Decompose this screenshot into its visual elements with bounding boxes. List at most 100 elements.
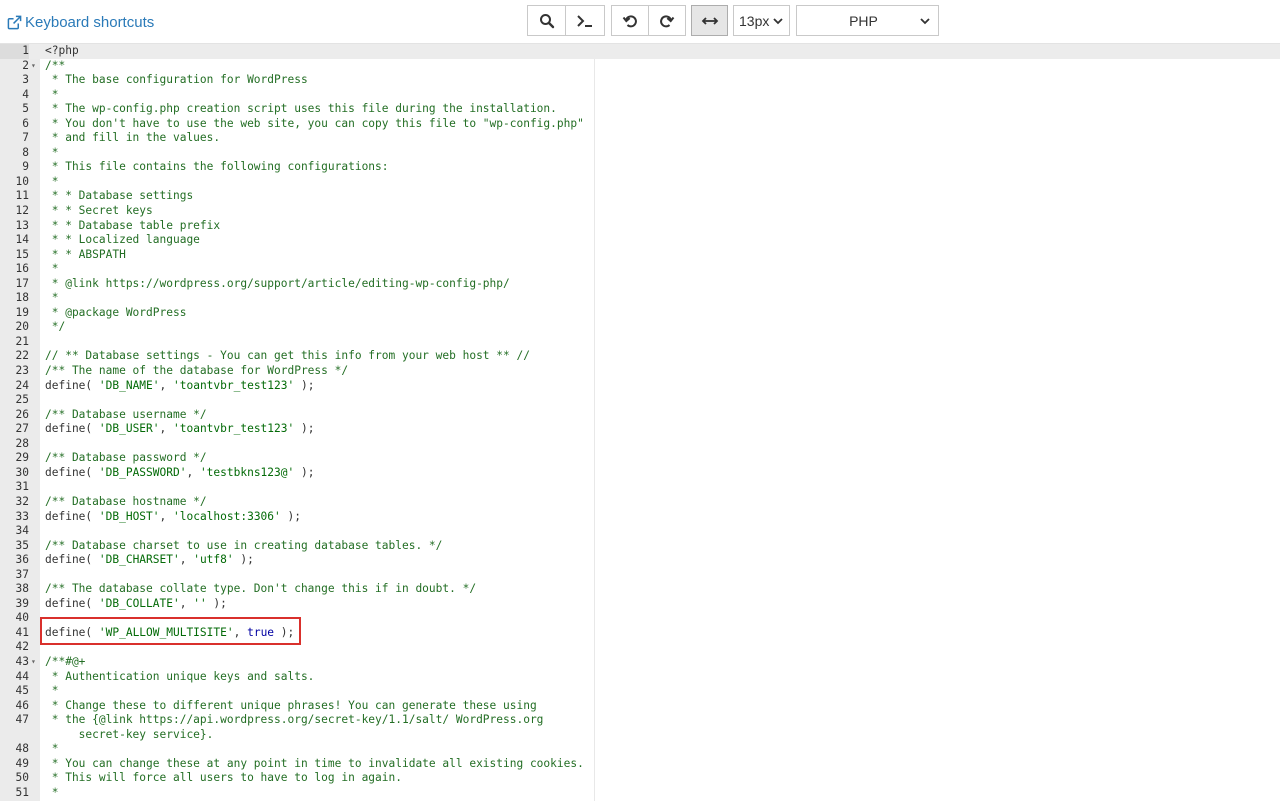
line-number: 20 xyxy=(15,320,29,334)
code-line[interactable]: 31 xyxy=(0,480,1280,495)
code-line[interactable]: 43 ▾ /**#@+ xyxy=(0,655,1280,670)
code-line[interactable]: 39 define( 'DB_COLLATE', '' ); xyxy=(0,597,1280,612)
code-line[interactable]: 7 * and fill in the values. xyxy=(0,131,1280,146)
code-line[interactable]: 8 * xyxy=(0,146,1280,161)
code-line[interactable]: 23 /** The name of the database for WordP… xyxy=(0,364,1280,379)
line-number: 25 xyxy=(15,393,29,407)
code-token: define( xyxy=(45,378,99,392)
code-token: * You don't have to use the web site, yo… xyxy=(45,116,584,130)
code-line[interactable]: 37 xyxy=(0,568,1280,583)
code-token: * * Database table prefix xyxy=(45,218,221,232)
line-number: 5 xyxy=(22,102,29,116)
font-size-select[interactable]: 13px xyxy=(733,5,790,36)
code-token: * Authentication unique keys and salts. xyxy=(45,669,315,683)
code-token: * xyxy=(45,262,59,276)
code-line[interactable]: 30 define( 'DB_PASSWORD', 'testbkns123@' … xyxy=(0,466,1280,481)
line-number: 39 xyxy=(15,596,29,610)
redo-icon xyxy=(660,14,675,27)
code-line[interactable]: 35 /** Database charset to use in creatin… xyxy=(0,539,1280,554)
code-token: 'DB_HOST' xyxy=(98,509,160,523)
code-line[interactable]: 22 // ** Database settings - You can get … xyxy=(0,349,1280,364)
code-line[interactable]: 4 * xyxy=(0,88,1280,103)
code-line[interactable]: 19 * @package WordPress xyxy=(0,306,1280,321)
redo-button[interactable] xyxy=(648,5,686,36)
code-line[interactable]: 1 <?php xyxy=(0,44,1280,59)
code-line[interactable]: 24 define( 'DB_NAME', 'toantvbr_test123' … xyxy=(0,379,1280,394)
fold-arrow-icon[interactable]: ▾ xyxy=(31,655,39,670)
code-line[interactable]: 27 define( 'DB_USER', 'toantvbr_test123' … xyxy=(0,422,1280,437)
code-line[interactable]: 49 * You can change these at any point i… xyxy=(0,757,1280,772)
code-line[interactable]: 9 * This file contains the following con… xyxy=(0,160,1280,175)
code-line[interactable]: 18 * xyxy=(0,291,1280,306)
code-line[interactable]: 45 * xyxy=(0,684,1280,699)
code-line[interactable]: 46 * Change these to different unique ph… xyxy=(0,699,1280,714)
line-number: 50 xyxy=(15,771,29,785)
code-token: define( xyxy=(45,596,99,610)
code-token: /** Database charset to use in creating … xyxy=(45,538,443,552)
line-code: * xyxy=(45,684,59,699)
code-line[interactable]: 34 xyxy=(0,524,1280,539)
line-code: /** Database username */ xyxy=(45,408,207,423)
language-mode-select[interactable]: PHP xyxy=(796,5,939,36)
code-line[interactable]: 2 ▾ /** xyxy=(0,59,1280,74)
keyboard-shortcuts-link[interactable]: Keyboard shortcuts xyxy=(7,12,154,32)
line-code: /** The database collate type. Don't cha… xyxy=(45,582,476,597)
code-line[interactable]: 10 * xyxy=(0,175,1280,190)
code-editor[interactable]: 1 <?php 2 ▾/** 3 * The base configuration fo… xyxy=(0,44,1280,801)
code-line[interactable]: 47 * the {@link https://api.wordpress.or… xyxy=(0,713,1280,728)
code-token: ); xyxy=(280,509,301,523)
code-line[interactable]: 25 xyxy=(0,393,1280,408)
line-code: * * ABSPATH xyxy=(45,248,126,263)
goto-line-button[interactable] xyxy=(565,5,605,36)
code-line[interactable]: 21 xyxy=(0,335,1280,350)
code-line[interactable]: 6 * You don't have to use the web site, … xyxy=(0,117,1280,132)
code-line[interactable]: 14 * * Localized language xyxy=(0,233,1280,248)
code-line[interactable]: 36 define( 'DB_CHARSET', 'utf8' ); xyxy=(0,553,1280,568)
code-line[interactable]: 20 */ xyxy=(0,320,1280,335)
code-token: ); xyxy=(233,553,254,567)
editor-toolbar: Keyboard shortcuts 13px PHP xyxy=(0,0,1280,44)
code-line[interactable]: 29 /** Database password */ xyxy=(0,451,1280,466)
wrap-toggle-button[interactable] xyxy=(691,5,728,36)
line-number: 43 xyxy=(15,654,29,668)
search-button[interactable] xyxy=(527,5,566,36)
external-link-icon xyxy=(7,15,22,29)
code-line[interactable]: 12 * * Secret keys xyxy=(0,204,1280,219)
line-number: 49 xyxy=(15,756,29,770)
code-line[interactable]: 51 * xyxy=(0,786,1280,801)
code-line[interactable]: 15 * * ABSPATH xyxy=(0,248,1280,263)
code-line[interactable]: 17 * @link https://wordpress.org/support… xyxy=(0,277,1280,292)
code-line[interactable]: 16 * xyxy=(0,262,1280,277)
line-number: 47 xyxy=(15,713,29,727)
code-line[interactable]: 3 * The base configuration for WordPress xyxy=(0,73,1280,88)
code-line[interactable]: 48 * xyxy=(0,742,1280,757)
code-token: , xyxy=(159,378,173,392)
code-token: define( xyxy=(45,509,99,523)
code-line[interactable]: 13 * * Database table prefix xyxy=(0,219,1280,234)
code-token: '' xyxy=(193,596,207,610)
keyboard-shortcuts-label: Keyboard shortcuts xyxy=(25,13,155,31)
code-line[interactable]: 38 /** The database collate type. Don't c… xyxy=(0,582,1280,597)
undo-button[interactable] xyxy=(611,5,649,36)
code-line[interactable]: 26 /** Database username */ xyxy=(0,408,1280,423)
line-code: // ** Database settings - You can get th… xyxy=(45,349,530,364)
code-token: /** The database collate type. Don't cha… xyxy=(45,582,477,596)
code-token: define( xyxy=(45,465,99,479)
code-token: * This will force all users to have to l… xyxy=(45,771,402,785)
code-line[interactable]: 44 * Authentication unique keys and salt… xyxy=(0,670,1280,685)
line-code: * xyxy=(45,262,59,277)
fold-arrow-icon[interactable]: ▾ xyxy=(31,59,39,74)
code-line[interactable]: secret-key service}. xyxy=(0,728,1280,743)
line-code: * xyxy=(45,88,59,103)
code-line[interactable]: 28 xyxy=(0,437,1280,452)
code-line[interactable]: 32 /** Database hostname */ xyxy=(0,495,1280,510)
line-code: * You can change these at any point in t… xyxy=(45,757,584,772)
code-token: * * Secret keys xyxy=(45,204,153,218)
code-line[interactable]: 33 define( 'DB_HOST', 'localhost:3306' ); xyxy=(0,510,1280,525)
code-line[interactable]: 50 * This will force all users to have t… xyxy=(0,771,1280,786)
line-number: 3 xyxy=(22,73,29,87)
code-line[interactable]: 5 * The wp-config.php creation script us… xyxy=(0,102,1280,117)
code-line[interactable]: 11 * * Database settings xyxy=(0,189,1280,204)
line-code: * xyxy=(45,175,59,190)
line-number: 9 xyxy=(22,160,29,174)
